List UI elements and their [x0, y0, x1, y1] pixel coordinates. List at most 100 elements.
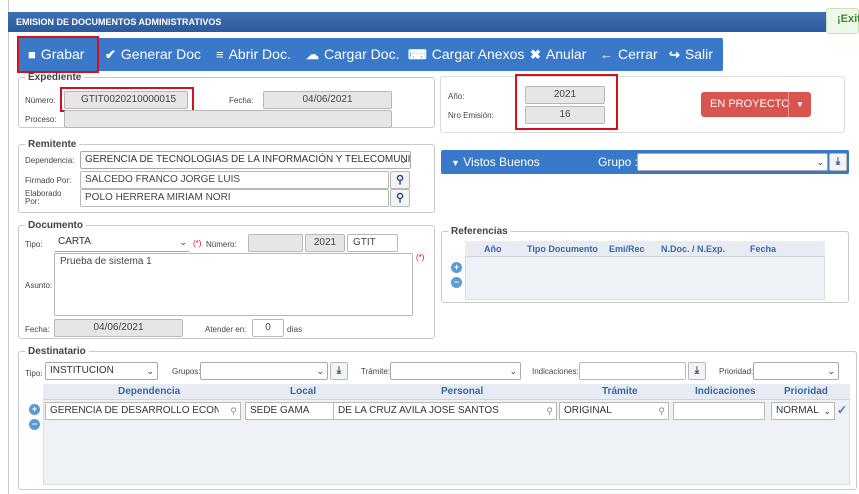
- atender-label: Atender en:: [205, 325, 247, 334]
- tipo-label: Tipo:: [25, 240, 43, 249]
- required-mark: (*): [193, 239, 202, 248]
- grupos-label: Grupos:: [172, 367, 201, 376]
- highlight-emision: [515, 74, 618, 130]
- highlight-numero: [60, 87, 194, 112]
- generate-doc-button[interactable]: ✔ Generar Doc: [105, 38, 201, 71]
- upload-attachments-button[interactable]: ⌨ Cargar Anexos: [408, 38, 524, 71]
- col-emi-rec: Emi/Rec: [609, 244, 645, 254]
- download-grupo-button[interactable]: ⤓: [829, 153, 847, 171]
- numero-label: Número:: [25, 96, 56, 105]
- window-title: EMISION DE DOCUMENTOS ADMINISTRATIVOS: [8, 12, 836, 32]
- tipo-documento-select[interactable]: CARTA ⌄: [54, 234, 190, 252]
- download-icon: ⤓: [336, 365, 342, 376]
- firmado-field[interactable]: SALCEDO FRANCO JORGE LUIS: [80, 171, 389, 189]
- cancel-button[interactable]: ✖ Anular: [530, 38, 586, 71]
- search-icon: ⚲: [395, 174, 405, 186]
- arrow-left-icon: ←: [600, 47, 613, 62]
- download-grupos-button[interactable]: ⤓: [330, 362, 348, 380]
- remove-destinatario-icon[interactable]: −: [29, 419, 40, 430]
- doc-numero-label: Número:: [206, 240, 237, 249]
- asunto-label: Asunto:: [25, 281, 53, 290]
- col-local: Local: [290, 386, 317, 397]
- search-elaborado-button[interactable]: ⚲: [390, 189, 410, 207]
- firmado-label: Firmado Por:: [25, 176, 72, 185]
- doc-fecha-label: Fecha:: [25, 325, 50, 334]
- dest-tipo-select[interactable]: INSTITUCION ⌄: [45, 362, 158, 380]
- dias-label: días: [287, 325, 303, 334]
- col-prioridad: Prioridad: [784, 386, 828, 397]
- remove-reference-icon[interactable]: −: [451, 277, 462, 288]
- col-indicaciones: Indicaciones: [695, 386, 756, 397]
- grupos-select[interactable]: ⌄: [200, 362, 328, 380]
- col-tramite: Trámite: [602, 386, 638, 397]
- atender-field[interactable]: 0: [252, 319, 284, 337]
- upload-doc-button[interactable]: ☁ Cargar Doc.: [306, 38, 399, 71]
- col-dependencia: Dependencia: [118, 386, 181, 397]
- anio-label: Año:: [448, 92, 465, 101]
- upload-icon: ☁: [306, 47, 319, 62]
- close-button[interactable]: ← Cerrar: [600, 38, 658, 71]
- doc-anio-field[interactable]: 2021: [305, 234, 345, 252]
- row-prioridad-select[interactable]: NORMAL ⌄: [771, 402, 835, 420]
- col-personal: Personal: [441, 386, 484, 397]
- tramite-select[interactable]: ⌄: [390, 362, 521, 380]
- chevron-down-icon: ⌄: [316, 366, 324, 376]
- open-doc-icon: ≡: [216, 47, 224, 62]
- row-tramite-cell[interactable]: ORIGINAL ⚲: [559, 402, 669, 420]
- required-mark: (*): [416, 253, 425, 262]
- confirm-check-icon[interactable]: ✓: [837, 403, 847, 417]
- fecha-label: Fecha:: [229, 96, 254, 105]
- search-icon: ⚲: [230, 406, 237, 416]
- row-indicaciones-cell[interactable]: [673, 402, 765, 420]
- col-fecha: Fecha: [750, 244, 777, 254]
- dependencia-select[interactable]: GERENCIA DE TECNOLOGIAS DE LA INFORMACIÓ…: [80, 151, 411, 169]
- col-anio: Año: [484, 244, 502, 254]
- prioridad-label: Prioridad:: [719, 367, 754, 376]
- paperclip-icon: ⌨: [408, 47, 427, 62]
- download-indicaciones-button[interactable]: ⤓: [688, 362, 706, 380]
- expediente-date-field[interactable]: 04/06/2021: [263, 91, 392, 109]
- lookup-dependencia-button[interactable]: ⚲: [219, 402, 241, 420]
- proceso-field[interactable]: [64, 110, 392, 128]
- toolbar: ■ Grabar ✔ Generar Doc ≡ Abrir Doc. ☁ Cargar…: [18, 38, 723, 71]
- chevron-down-icon: ⌄: [399, 155, 407, 165]
- asunto-textarea[interactable]: Prueba de sistema 1: [54, 253, 413, 316]
- open-doc-button[interactable]: ≡ Abrir Doc.: [216, 38, 291, 71]
- sign-out-icon: ↪: [669, 47, 680, 62]
- chevron-down-icon: ⌄: [827, 366, 835, 376]
- col-tipo-documento: Tipo Documento: [527, 244, 598, 254]
- generate-doc-icon: ✔: [105, 47, 116, 62]
- elaborado-field[interactable]: POLO HERRERA MIRIAM NORI: [80, 189, 389, 207]
- proceso-label: Proceso:: [25, 115, 57, 124]
- add-reference-icon[interactable]: +: [451, 262, 462, 273]
- exit-link[interactable]: ¡Exit: [826, 8, 859, 34]
- chevron-down-icon: ▼: [451, 158, 460, 168]
- chevron-down-icon: ⌄: [509, 366, 517, 376]
- doc-numero-field[interactable]: [248, 234, 303, 252]
- indicaciones-field[interactable]: [579, 362, 686, 380]
- chevron-down-icon: ⌄: [816, 157, 824, 167]
- dependencia-label: Dependencia:: [25, 156, 75, 165]
- tramite-label: Trámite:: [361, 367, 391, 376]
- prioridad-select[interactable]: ⌄: [753, 362, 839, 380]
- dest-tipo-label: Tipo:: [25, 369, 43, 378]
- doc-fecha-field[interactable]: 04/06/2021: [54, 319, 183, 337]
- download-icon: ⤓: [694, 365, 700, 376]
- highlight-grabar: [17, 36, 99, 73]
- download-icon: ⤓: [835, 156, 841, 167]
- chevron-down-icon: ⌄: [823, 406, 831, 416]
- col-ndoc: N.Doc. / N.Exp.: [661, 244, 726, 254]
- row-personal-cell[interactable]: DE LA CRUZ AVILA JOSE SANTOS ⚲: [333, 402, 557, 420]
- exit-button[interactable]: ↪ Salir: [669, 38, 713, 71]
- doc-siglas-field[interactable]: GTIT: [347, 234, 398, 252]
- row-dependencia-cell[interactable]: GERENCIA DE DESARROLLO ECONO: [45, 402, 241, 420]
- nro-emision-label: Nro Emisión:: [448, 111, 494, 120]
- grupo-select[interactable]: ⌄: [637, 153, 828, 171]
- elaborado-label: Elaborado Por:: [25, 189, 62, 206]
- chevron-down-icon: ⌄: [146, 366, 154, 376]
- search-firmado-button[interactable]: ⚲: [390, 171, 410, 189]
- indicaciones-label: Indicaciones:: [532, 367, 579, 376]
- add-destinatario-icon[interactable]: +: [29, 404, 40, 415]
- status-dropdown[interactable]: EN PROYECTO ▼: [701, 92, 811, 117]
- cancel-icon: ✖: [530, 47, 541, 62]
